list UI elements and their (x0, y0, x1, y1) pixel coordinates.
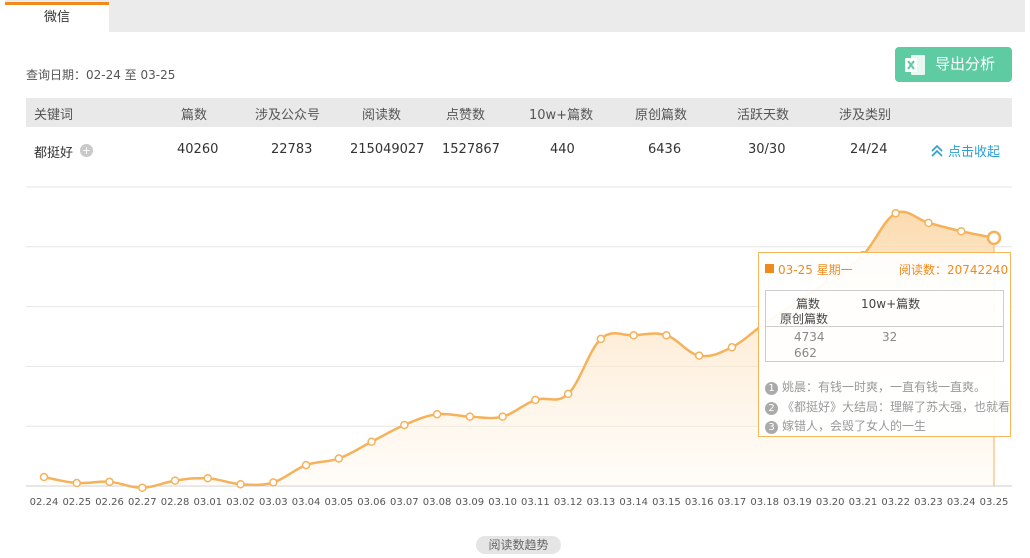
x-tick-label: 03.09 (456, 497, 485, 508)
x-tick-label: 02.28 (161, 497, 190, 508)
data-point (891, 209, 900, 218)
data-point (400, 420, 409, 430)
tt-value-original: 662 (794, 346, 817, 360)
tooltip-table-header: 篇数 10w+篇数 原创篇数 (766, 291, 1003, 327)
x-tick-label: 03.21 (849, 497, 878, 508)
tt-header-original: 原创篇数 (780, 312, 829, 326)
x-tick-label: 03.17 (718, 497, 747, 508)
news-item[interactable]: 1 姚晨：有钱一时爽，一直有钱一直爽。 (765, 378, 986, 395)
number-2-icon: 2 (765, 402, 778, 415)
x-tick-label: 03.08 (423, 497, 452, 508)
news-item[interactable]: 3 嫁错人，会毁了女人的一生 (765, 417, 926, 434)
data-point (465, 412, 475, 421)
x-tick-label: 03.22 (881, 497, 910, 508)
x-tick-label: 03.01 (193, 497, 222, 508)
data-point (138, 483, 147, 493)
tt-header-10w: 10w+篇数 (861, 297, 921, 311)
chart-tooltip: 03-25 星期一 阅读数：20742240 篇数 10w+篇数 原创篇数 47… (758, 252, 1011, 437)
data-point (367, 437, 376, 446)
x-tick-label: 03.11 (521, 497, 550, 508)
data-point (72, 478, 82, 488)
x-tick-label: 03.10 (488, 497, 517, 508)
x-tick-label: 02.26 (95, 497, 124, 508)
data-point (269, 478, 278, 487)
x-tick-label: 02.27 (128, 497, 157, 508)
data-point (956, 227, 966, 236)
data-point (236, 479, 245, 489)
number-1-icon: 1 (765, 382, 778, 395)
news-title: 《都挺好》大结局：理解了苏大强，也就看 (782, 400, 1010, 414)
data-point (203, 473, 213, 483)
x-tick-label: 03.04 (292, 497, 321, 508)
news-title: 嫁错人，会毁了女人的一生 (782, 419, 927, 433)
data-point (727, 343, 737, 352)
tooltip-table: 篇数 10w+篇数 原创篇数 4734 32 662 (765, 290, 1004, 362)
data-point-active (986, 230, 1002, 246)
x-tick-label: 03.16 (685, 497, 714, 508)
tooltip-reads: 阅读数：20742240 (899, 263, 1009, 277)
x-tick-label: 02.24 (30, 497, 59, 508)
news-item[interactable]: 2 《都挺好》大结局：理解了苏大强，也就看 (765, 398, 1010, 415)
data-point (432, 409, 442, 419)
data-point (39, 472, 49, 482)
data-point (334, 454, 344, 463)
news-title: 姚晨：有钱一时爽，一直有钱一直爽。 (782, 380, 987, 394)
number-3-icon: 3 (765, 421, 778, 434)
x-tick-label: 02.25 (62, 497, 91, 508)
x-tick-label: 03.18 (750, 497, 779, 508)
data-point (170, 476, 180, 485)
x-tick-label: 03.15 (652, 497, 681, 508)
x-tick-label: 03.20 (816, 497, 845, 508)
x-tick-label: 03.25 (980, 497, 1009, 508)
data-point (563, 389, 573, 399)
data-point (629, 331, 638, 340)
x-tick-label: 03.14 (619, 497, 648, 508)
series-marker (765, 264, 774, 273)
data-point (662, 331, 671, 340)
x-tick-label: 03.05 (325, 497, 354, 508)
chart-legend[interactable]: 阅读数趋势 (476, 536, 561, 554)
data-point (531, 395, 540, 405)
data-point (301, 460, 311, 470)
x-tick-label: 03.13 (587, 497, 616, 508)
x-tick-label: 03.24 (947, 497, 976, 508)
data-point (596, 334, 606, 344)
data-point (694, 351, 704, 360)
x-tick-label: 03.23 (914, 497, 943, 508)
tt-value-articles: 4734 (794, 330, 825, 344)
tooltip-date: 03-25 星期一 (778, 263, 853, 277)
data-point (498, 412, 507, 421)
x-tick-label: 03.19 (783, 497, 812, 508)
data-point (924, 218, 933, 228)
x-tick-label: 03.06 (357, 497, 386, 508)
x-tick-label: 03.07 (390, 497, 419, 508)
x-tick-label: 03.03 (259, 497, 288, 508)
x-tick-label: 03.12 (554, 497, 583, 508)
tt-value-10w: 32 (882, 330, 898, 344)
x-tick-label: 03.02 (226, 497, 255, 508)
data-point (105, 477, 114, 487)
